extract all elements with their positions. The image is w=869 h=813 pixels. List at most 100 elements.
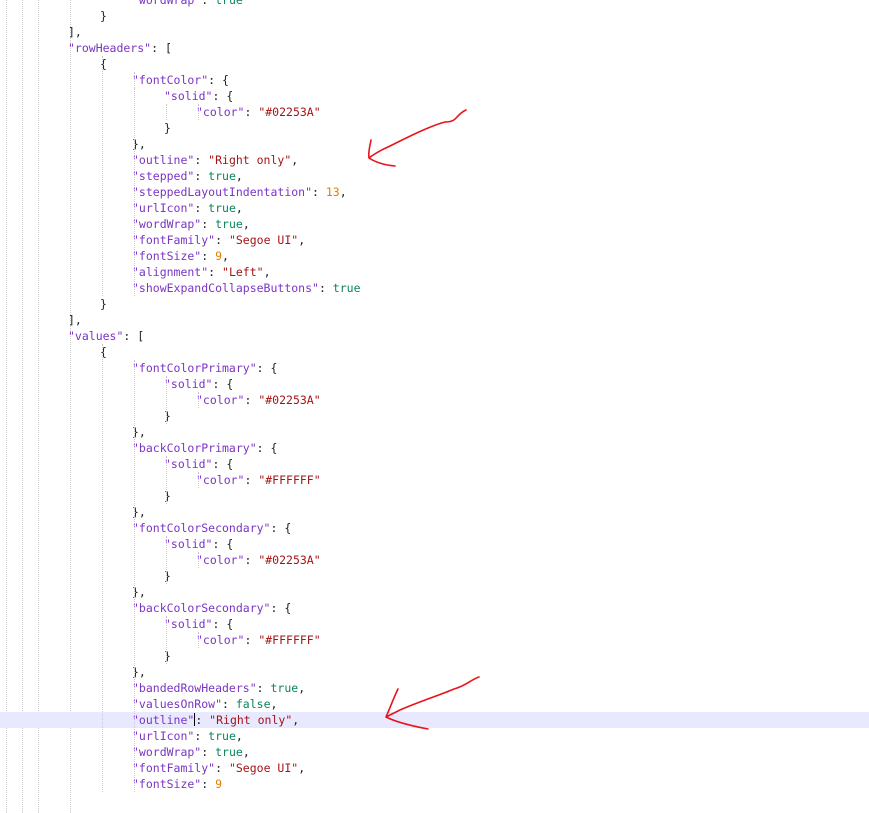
token-str: "Right only"	[208, 153, 292, 167]
code-line[interactable]: "valuesOnRow": false,	[0, 696, 869, 712]
code-line[interactable]	[0, 792, 869, 808]
code-line[interactable]: "solid": {	[0, 88, 869, 104]
code-text: "urlIcon": true,	[132, 728, 243, 744]
code-line[interactable]: },	[0, 664, 869, 680]
code-text: "solid": {	[164, 536, 233, 552]
code-line[interactable]: "solid": {	[0, 456, 869, 472]
token-str: "#02253A"	[258, 105, 321, 119]
code-line[interactable]: "backColorSecondary": {	[0, 600, 869, 616]
code-line[interactable]: "color": "#02253A"	[0, 392, 869, 408]
token-punc: ,	[242, 745, 250, 759]
token-prop: "color"	[196, 553, 245, 567]
token-num: 9	[215, 777, 223, 791]
code-line[interactable]: "fontColor": {	[0, 72, 869, 88]
code-text: "color": "#02253A"	[196, 552, 321, 568]
code-text: "color": "#02253A"	[196, 392, 321, 408]
code-line[interactable]: },	[0, 136, 869, 152]
code-line[interactable]: "color": "#02253A"	[0, 552, 869, 568]
code-line[interactable]: "backColorPrimary": {	[0, 440, 869, 456]
code-line[interactable]: }	[0, 408, 869, 424]
code-line[interactable]: }	[0, 120, 869, 136]
code-line[interactable]: "bandedRowHeaders": true,	[0, 680, 869, 696]
code-line[interactable]: }	[0, 488, 869, 504]
code-line[interactable]: "fontColorSecondary": {	[0, 520, 869, 536]
code-line[interactable]: },	[0, 424, 869, 440]
token-punc: ,	[235, 201, 243, 215]
code-editor[interactable]: "wordWrap": true}], "rowHeaders": [{"font…	[0, 0, 869, 813]
indent-guide	[198, 632, 199, 648]
token-bool: true	[215, 217, 243, 231]
token-punc: : {	[270, 601, 292, 615]
code-line[interactable]: {	[0, 344, 869, 360]
code-line[interactable]: "outline": "Right only",	[0, 712, 869, 728]
code-line[interactable]: },	[0, 504, 869, 520]
code-line[interactable]: "wordWrap": true,	[0, 744, 869, 760]
code-line[interactable]: "wordWrap": true,	[0, 216, 869, 232]
code-line[interactable]: "color": "#02253A"	[0, 104, 869, 120]
token-prop: "urlIcon"	[132, 201, 195, 215]
code-line[interactable]: "alignment": "Left",	[0, 264, 869, 280]
code-line[interactable]: "solid": {	[0, 616, 869, 632]
code-line[interactable]: "values": [	[0, 328, 869, 344]
token-punc: }	[164, 121, 171, 135]
token-punc: : {	[212, 617, 234, 631]
token-punc: : {	[212, 377, 234, 391]
code-line[interactable]: "rowHeaders": [	[0, 40, 869, 56]
code-text: "stepped": true,	[132, 168, 243, 184]
token-punc: ,	[298, 681, 306, 695]
code-line[interactable]: "solid": {	[0, 536, 869, 552]
code-line[interactable]: }	[0, 648, 869, 664]
token-str: "#FFFFFF"	[258, 633, 321, 647]
token-prop: "fontColor"	[132, 73, 209, 87]
token-prop: "outline"	[132, 713, 195, 727]
token-punc: ,	[222, 249, 229, 263]
token-str: "#02253A"	[258, 393, 321, 407]
code-line[interactable]: "steppedLayoutIndentation": 13,	[0, 184, 869, 200]
code-line[interactable]: "fontFamily": "Segoe UI",	[0, 232, 869, 248]
code-line[interactable]: },	[0, 584, 869, 600]
code-line[interactable]: }	[0, 296, 869, 312]
token-punc: ,	[291, 153, 299, 167]
code-line[interactable]: "color": "#FFFFFF"	[0, 632, 869, 648]
token-punc: :	[222, 697, 236, 711]
token-punc: : {	[256, 361, 278, 375]
code-line[interactable]: "outline": "Right only",	[0, 152, 869, 168]
indent-guide	[166, 104, 167, 120]
code-line[interactable]: }	[0, 8, 869, 24]
token-prop: "fontFamily"	[132, 233, 216, 247]
token-prop: "steppedLayoutIndentation"	[132, 185, 313, 199]
token-prop: "rowHeaders"	[68, 41, 152, 55]
code-text: "backColorPrimary": {	[132, 440, 277, 456]
code-line[interactable]: ],	[0, 24, 869, 40]
code-line[interactable]: "urlIcon": true,	[0, 200, 869, 216]
code-text: "color": "#FFFFFF"	[196, 632, 321, 648]
token-prop: "values"	[68, 329, 124, 343]
token-punc: :	[318, 281, 333, 295]
code-line[interactable]: "fontSize": 9	[0, 776, 869, 792]
code-line[interactable]: "fontFamily": "Segoe UI",	[0, 760, 869, 776]
code-line[interactable]: "showExpandCollapseButtons": true	[0, 280, 869, 296]
code-line[interactable]: "solid": {	[0, 376, 869, 392]
code-line[interactable]: "color": "#FFFFFF"	[0, 472, 869, 488]
token-prop: "color"	[196, 473, 245, 487]
code-text: "solid": {	[164, 456, 233, 472]
indent-guide	[134, 360, 135, 792]
token-punc: }	[100, 9, 107, 23]
code-line[interactable]: "wordWrap": true	[0, 0, 869, 8]
code-line[interactable]: ],	[0, 312, 869, 328]
code-line[interactable]: "urlIcon": true,	[0, 728, 869, 744]
token-punc: :	[194, 201, 209, 215]
code-line[interactable]: }	[0, 568, 869, 584]
token-punc: : {	[212, 457, 234, 471]
indent-guide	[166, 616, 167, 664]
token-prop: "alignment"	[132, 265, 209, 279]
code-text: "color": "#FFFFFF"	[196, 472, 321, 488]
code-line[interactable]: {	[0, 56, 869, 72]
code-line[interactable]: "fontSize": 9,	[0, 248, 869, 264]
token-punc: : [	[151, 41, 172, 55]
code-line[interactable]: "fontColorPrimary": {	[0, 360, 869, 376]
token-str: "#02253A"	[258, 553, 321, 567]
token-prop: "fontFamily"	[132, 761, 216, 775]
code-text: "fontFamily": "Segoe UI",	[132, 232, 305, 248]
code-line[interactable]: "stepped": true,	[0, 168, 869, 184]
